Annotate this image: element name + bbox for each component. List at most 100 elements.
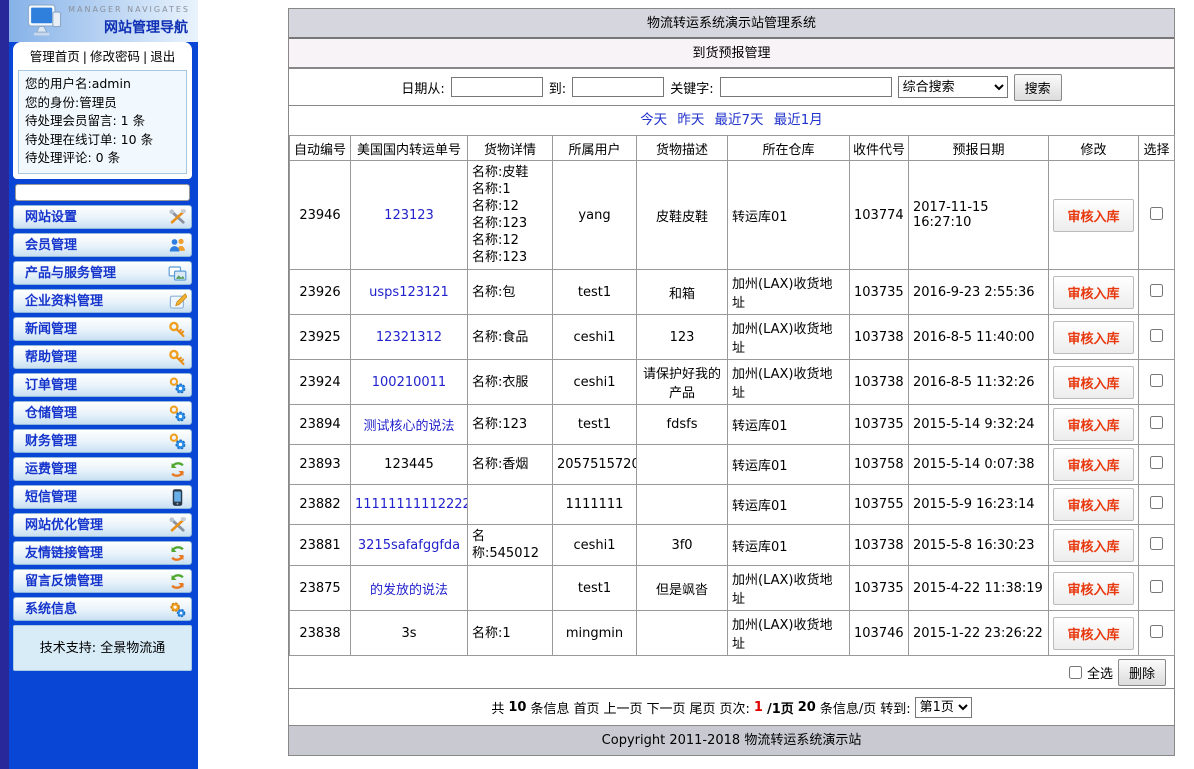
sidebar-empty-box[interactable] [15,184,190,201]
quick-links: 今天 昨天 最近7天 最近1月 [289,106,1174,135]
sidebar-item-label: 运费管理 [25,462,77,477]
sidebar-item-2[interactable]: 产品与服务管理 [13,261,192,285]
sidebar-item-label: 会员管理 [25,238,77,253]
row-checkbox[interactable] [1150,625,1163,638]
sidebar-item-label: 企业资料管理 [25,294,103,309]
pagination-last[interactable]: 尾页 [690,698,716,717]
system-title-bar: 物流转运系统演示站管理系统 [289,9,1174,39]
tracking-no-link[interactable]: 100210011 [372,375,446,390]
cell-warehouse: 转运库01 [728,525,850,566]
row-checkbox[interactable] [1150,284,1163,297]
cell-date: 2015-5-8 16:30:23 [909,525,1049,566]
cell-user: ceshi1 [553,525,637,566]
search-button[interactable]: 搜索 [1014,74,1062,101]
sidebar-item-13[interactable]: 留言反馈管理 [13,569,192,593]
sidebar-item-6[interactable]: 订单管理 [13,373,192,397]
row-checkbox[interactable] [1150,456,1163,469]
cell-select [1139,566,1175,611]
tracking-no-link[interactable]: 的发放的说法 [370,583,448,598]
sidebar-item-7[interactable]: 仓储管理 [13,401,192,425]
sidebar-item-3[interactable]: 企业资料管理 [13,289,192,313]
date-to-input[interactable] [572,77,664,97]
goto-page-select[interactable]: 第1页 [915,697,972,718]
sidebar-item-9[interactable]: 运费管理 [13,457,192,481]
tools-icon [168,516,187,535]
row-checkbox[interactable] [1150,416,1163,429]
cell-tracking-no: 11111111112222 [351,485,468,525]
row-checkbox[interactable] [1150,580,1163,593]
sidebar-item-5[interactable]: 帮助管理 [13,345,192,369]
tracking-no-link[interactable]: 123123 [384,208,434,223]
quick-link-last7days[interactable]: 最近7天 [714,112,763,128]
cell-select [1139,360,1175,405]
date-from-input[interactable] [451,77,543,97]
cell-desc: fdsfs [637,405,728,445]
bulk-action-row: 全选 删除 [289,656,1174,689]
select-all-label: 全选 [1087,663,1113,682]
row-checkbox[interactable] [1150,537,1163,550]
pagination-next[interactable]: 下一页 [647,698,686,717]
audit-inbound-button[interactable]: 审核入库 [1053,572,1133,605]
user-panel: 管理首页|修改密码|退出 您的用户名:admin 您的身份:管理员 待处理会员留… [13,42,192,179]
sidebar-item-14[interactable]: 系统信息 [13,597,192,621]
row-checkbox[interactable] [1150,374,1163,387]
row-checkbox[interactable] [1150,496,1163,509]
tracking-no-link[interactable]: 测试核心的说法 [363,419,454,434]
quick-link-yesterday[interactable]: 昨天 [677,112,704,128]
detail-line: 名称:皮鞋 [472,164,548,181]
cell-user: test1 [553,270,637,315]
tracking-no-link[interactable]: 11111111112222 [355,497,468,512]
audit-inbound-button[interactable]: 审核入库 [1053,529,1133,562]
tracking-no-link[interactable]: 3215safafggfda [358,538,460,553]
audit-inbound-button[interactable]: 审核入库 [1053,488,1133,521]
sidebar-item-4[interactable]: 新闻管理 [13,317,192,341]
row-checkbox[interactable] [1150,329,1163,342]
audit-inbound-button[interactable]: 审核入库 [1053,448,1133,481]
tracking-no-link[interactable]: usps123121 [369,285,449,300]
row-checkbox[interactable] [1150,207,1163,220]
sidebar-item-11[interactable]: 网站优化管理 [13,513,192,537]
topnav-link-home[interactable]: 管理首页 [30,49,80,64]
keyword-input[interactable] [720,77,892,97]
sidebar-item-10[interactable]: 短信管理 [13,485,192,509]
quick-link-today[interactable]: 今天 [640,112,667,128]
col-header-tracking-no: 美国国内转运单号 [351,136,468,161]
cell-code: 103746 [850,611,909,656]
quick-link-last1month[interactable]: 最近1月 [774,112,823,128]
pagination-first[interactable]: 首页 [573,698,599,717]
audit-inbound-button[interactable]: 审核入库 [1053,366,1133,399]
sidebar-item-label: 留言反馈管理 [25,574,103,589]
topnav-link-password[interactable]: 修改密码 [90,49,140,64]
cell-auto-id: 23882 [290,485,351,525]
cell-modify: 审核入库 [1049,611,1139,656]
select-all-checkbox[interactable] [1069,666,1082,679]
cell-tracking-no: 12321312 [351,315,468,360]
delete-button[interactable]: 删除 [1118,659,1166,686]
cell-user: 1111111 [553,485,637,525]
tracking-no-link[interactable]: 12321312 [376,330,442,345]
audit-inbound-button[interactable]: 审核入库 [1053,408,1133,441]
cell-user: test1 [553,405,637,445]
edit-icon [168,292,187,311]
audit-inbound-button[interactable]: 审核入库 [1053,617,1133,650]
sidebar-item-12[interactable]: 友情链接管理 [13,541,192,565]
cell-select [1139,405,1175,445]
sidebar-item-1[interactable]: 会员管理 [13,233,192,257]
search-type-select[interactable]: 综合搜索 [898,76,1008,98]
detail-line: 名称:1 [472,181,548,198]
audit-inbound-button[interactable]: 审核入库 [1053,276,1133,309]
pagination-total-prefix: 共 [491,698,504,717]
sidebar-item-8[interactable]: 财务管理 [13,429,192,453]
copyright-bar: Copyright 2011-2018 物流转运系统演示站 [289,726,1174,755]
cell-date: 2016-8-5 11:40:00 [909,315,1049,360]
page-title: 到货预报管理 [289,39,1174,69]
topnav-link-logout[interactable]: 退出 [150,49,175,64]
audit-inbound-button[interactable]: 审核入库 [1053,321,1133,354]
pagination-prev[interactable]: 上一页 [603,698,642,717]
pagination-total: 10 [508,700,526,715]
arrival-table-body: 23946123123名称:皮鞋名称:1名称:12名称:123名称:12名称:1… [290,161,1175,656]
sidebar-item-0[interactable]: 网站设置 [13,205,192,229]
audit-inbound-button[interactable]: 审核入库 [1053,199,1133,232]
cell-code: 103735 [850,405,909,445]
cell-details: 名称:123 [468,405,553,445]
